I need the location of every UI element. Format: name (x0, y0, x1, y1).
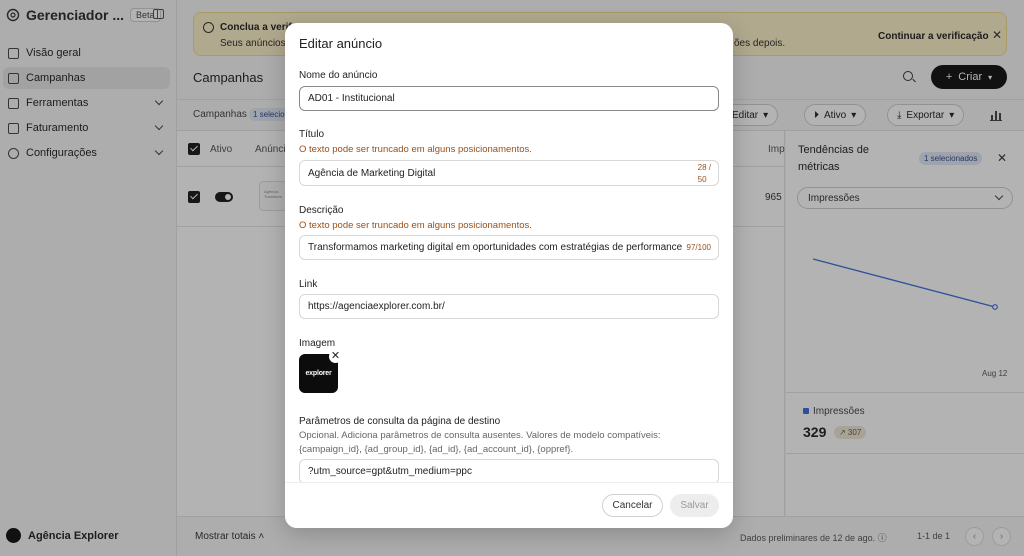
link-input[interactable]: https://agenciaexplorer.com.br/ (299, 294, 719, 319)
link-label: Link (299, 279, 318, 290)
title-counter-used: 28 / (697, 163, 711, 172)
link-value: https://agenciaexplorer.com.br/ (308, 301, 445, 312)
query-params-label: Parâmetros de consulta da página de dest… (299, 416, 501, 427)
title-warning: O texto pode ser truncado em alguns posi… (299, 144, 532, 155)
description-label: Descrição (299, 205, 344, 216)
title-char-counter: 28 / 50 (697, 162, 711, 185)
ad-name-label: Nome do anúncio (299, 70, 378, 81)
image-label: Imagem (299, 338, 336, 349)
edit-ad-dialog: Editar anúncio Nome do anúncio AD01 - In… (285, 23, 733, 528)
description-char-counter: 97/100 (686, 243, 711, 252)
save-button[interactable]: Salvar (670, 494, 719, 517)
description-warning: O texto pode ser truncado em alguns posi… (299, 220, 532, 231)
description-input[interactable]: Transformamos marketing digital em oport… (299, 235, 719, 260)
remove-image-icon[interactable]: ✕ (329, 350, 342, 363)
ad-name-value: AD01 - Institucional (308, 93, 395, 104)
query-params-input[interactable]: ?utm_source=gpt&utm_medium=ppc (299, 459, 719, 484)
dialog-footer: Cancelar Salvar (285, 482, 733, 528)
image-logo-text: explorer (305, 370, 332, 377)
title-value: Agência de Marketing Digital (308, 167, 436, 179)
title-input[interactable]: Agência de Marketing Digital 28 / 50 (299, 160, 719, 186)
dialog-title: Editar anúncio (299, 36, 383, 51)
query-params-value: ?utm_source=gpt&utm_medium=ppc (308, 466, 472, 477)
title-counter-max: 50 (697, 175, 707, 184)
cancel-button[interactable]: Cancelar (602, 494, 663, 517)
title-label: Título (299, 129, 325, 140)
ad-name-input[interactable]: AD01 - Institucional (299, 86, 719, 111)
query-params-hint: Opcional. Adiciona parâmetros de consult… (299, 430, 661, 455)
description-value: Transformamos marketing digital em oport… (308, 242, 683, 253)
